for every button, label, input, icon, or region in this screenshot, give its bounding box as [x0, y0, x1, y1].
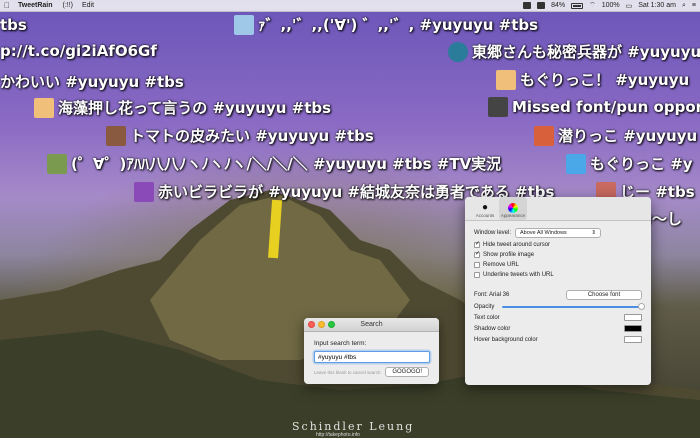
avatar — [34, 97, 54, 118]
window-level-select[interactable]: Above All Windows ⇕ — [515, 228, 602, 238]
tab-appearance[interactable]: Appearance — [499, 197, 527, 220]
checkbox[interactable] — [474, 262, 480, 268]
flag-icon[interactable]: ▭ — [626, 2, 633, 10]
avatar — [106, 125, 126, 146]
choose-font-button[interactable]: Choose font — [566, 290, 642, 300]
avatar — [448, 41, 468, 62]
tweet[interactable]: ｧ゛,,'゛,,('∀') ゛,,'゛, #yuyuyu #tbs — [234, 14, 538, 35]
battery-icon[interactable] — [571, 2, 584, 9]
tweet-text: 海藻押し花って言うの #yuyuyu #tbs — [58, 99, 332, 117]
checkbox-label: Underline tweets with URL — [483, 272, 554, 278]
text-color-label: Text color — [474, 314, 500, 321]
shadow-color-label: Shadow color — [474, 325, 511, 332]
search-window-title: Search — [360, 321, 383, 328]
tweet-text: (゜∀゜)ｱﾊﾊ八八ﾉヽﾉヽﾉヽ/＼/＼/＼ #yuyuyu #tbs #TV実… — [71, 155, 502, 173]
tweet-text: tbs — [0, 16, 27, 34]
avatar — [488, 97, 508, 117]
shadow-color-swatch[interactable] — [624, 325, 642, 332]
tweet-text: p://t.co/gi2iAfO6Gf — [0, 42, 157, 60]
window-level-label: Window level: — [474, 230, 512, 236]
maximize-icon[interactable] — [328, 321, 335, 328]
tweet[interactable]: トマトの皮みたい #yuyuyu #tbs — [106, 125, 374, 146]
search-hint: Leave this blank to cancel search — [314, 369, 381, 375]
battery-percent: 84% — [551, 2, 566, 9]
tweet[interactable]: 潜りっこ #yuyuyu — [534, 125, 697, 146]
tweet-text: トマトの皮みたい #yuyuyu #tbs — [130, 127, 374, 145]
preferences-body: Window level: Above All Windows ⇕ Hide t… — [465, 221, 651, 354]
watermark-url: http://takephoto.info — [316, 432, 360, 438]
status-icon[interactable] — [537, 2, 546, 9]
tweet-text: もぐりっこ！ #yuyuyu — [520, 71, 690, 89]
avatar — [566, 153, 586, 174]
search-label: Input search term: — [314, 340, 367, 347]
checkbox-label: Hide tweet around cursor — [483, 242, 551, 248]
tweet-text: もぐりっこ #y — [590, 155, 693, 173]
menu-item-1[interactable]: Edit — [82, 2, 94, 9]
person-icon: ● — [481, 202, 489, 213]
tweet[interactable]: Missed font/pun oppor — [488, 97, 700, 117]
tweet[interactable]: 海藻押し花って言うの #yuyuyu #tbs — [34, 97, 331, 118]
search-input[interactable] — [314, 351, 430, 363]
tweet-text: ｧ゛,,'゛,,('∀') ゛,,'゛, #yuyuyu #tbs — [258, 16, 539, 34]
search-icon[interactable]: ⌕ — [682, 2, 686, 10]
window-level-value: Above All Windows — [520, 230, 567, 236]
checkbox-underline[interactable]: Underline tweets with URL — [474, 272, 642, 278]
avatar — [234, 14, 254, 35]
tweet[interactable]: (゜∀゜)ｱﾊﾊ八八ﾉヽﾉヽﾉヽ/＼/＼/＼ #yuyuyu #tbs #TV実… — [47, 153, 501, 174]
status-icon[interactable] — [523, 2, 532, 9]
apple-icon[interactable]:  — [4, 1, 10, 10]
checkbox-show-profile[interactable]: Show profile image — [474, 252, 642, 258]
preferences-window: ● Accounts Appearance Window level: Abov… — [465, 197, 651, 385]
color-wheel-icon — [508, 203, 518, 213]
menu-app-name[interactable]: TweetRain — [18, 2, 53, 9]
tweet-text: かわいい #yuyuyu #tbs — [0, 73, 184, 91]
tweet-text: Missed font/pun oppor — [512, 98, 700, 116]
menu-item-0[interactable]: (:!!) — [63, 2, 74, 9]
search-window: Search Input search term: Leave this bla… — [304, 318, 439, 384]
stepper-icon: ⇕ — [591, 230, 597, 236]
checkbox[interactable] — [474, 242, 480, 248]
close-icon[interactable] — [308, 321, 315, 328]
avatar — [534, 125, 554, 146]
preferences-toolbar: ● Accounts Appearance — [465, 197, 651, 221]
clock[interactable]: Sat 1:30 am — [638, 2, 676, 9]
tweet[interactable]: もぐりっこ！ #yuyuyu — [496, 69, 689, 90]
font-label: Font: Arial 36 — [474, 292, 510, 298]
wifi-percent: 100% — [601, 2, 620, 9]
tab-accounts[interactable]: ● Accounts — [471, 197, 499, 220]
avatar — [134, 181, 154, 202]
tweet[interactable]: tbs — [0, 16, 27, 34]
wifi-icon[interactable]: ⌔ — [589, 1, 596, 10]
text-color-swatch[interactable] — [624, 314, 642, 321]
opacity-slider[interactable] — [502, 303, 645, 310]
tweet[interactable]: かわいい #yuyuyu #tbs — [0, 71, 184, 92]
tweet[interactable]: p://t.co/gi2iAfO6Gf — [0, 42, 157, 60]
search-titlebar: Search — [304, 318, 439, 332]
checkbox-hide-tweet[interactable]: Hide tweet around cursor — [474, 242, 642, 248]
menu-list-icon[interactable]: ≡ — [692, 2, 696, 9]
checkbox[interactable] — [474, 272, 480, 278]
checkbox-remove-url[interactable]: Remove URL — [474, 262, 642, 268]
slider-knob[interactable] — [638, 303, 645, 310]
checkbox[interactable] — [474, 252, 480, 258]
hover-bg-label: Hover background color — [474, 336, 538, 343]
tab-label: Accounts — [475, 213, 495, 218]
checkbox-label: Show profile image — [483, 252, 535, 258]
tab-label: Appearance — [500, 213, 526, 218]
hover-bg-swatch[interactable] — [624, 336, 642, 343]
checkbox-label: Remove URL — [483, 262, 520, 268]
avatar — [47, 153, 67, 174]
tweet[interactable]: もぐりっこ #y — [566, 153, 693, 174]
tweet[interactable]: 東郷さんも秘密兵器が #yuyuyu — [448, 41, 700, 62]
minimize-icon[interactable] — [318, 321, 325, 328]
search-go-button[interactable]: GOGOGO! — [385, 367, 429, 377]
opacity-label: Opacity — [474, 304, 495, 310]
tweet-text: 潜りっこ #yuyuyu — [558, 127, 698, 145]
tweet-text: 東郷さんも秘密兵器が #yuyuyu — [472, 43, 700, 61]
search-body: Input search term: Leave this blank to c… — [304, 332, 439, 384]
avatar — [496, 69, 516, 90]
menu-bar:  TweetRain (:!!) Edit 84% ⌔ 100% ▭ Sat … — [0, 0, 700, 12]
